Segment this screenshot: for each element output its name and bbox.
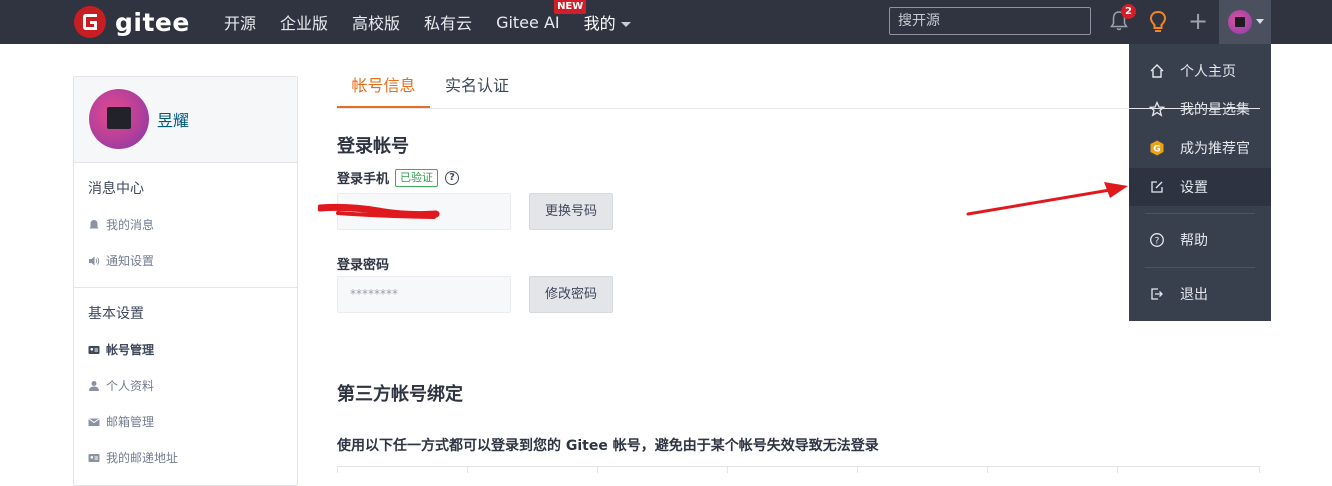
edit-icon bbox=[1151, 181, 1163, 193]
gitee-logo[interactable]: gitee bbox=[74, 6, 190, 38]
sidebar-item-label: 我的消息 bbox=[106, 218, 155, 232]
volume-icon bbox=[89, 256, 100, 265]
sidebar-item-label: 我的邮递地址 bbox=[106, 451, 179, 465]
third-party-binding-description: 使用以下任一方式都可以登录到您的 Gitee 帐号，避免由于某个帐号失效导致无法… bbox=[337, 438, 879, 454]
user-icon bbox=[89, 380, 99, 391]
chevron-down-icon bbox=[620, 22, 631, 27]
password-label: 登录密码 bbox=[337, 258, 390, 273]
main-nav: 开源 企业版 高校版 私有云 Gitee AI NEW 我的 bbox=[224, 0, 655, 44]
brand-name: gitee bbox=[115, 7, 190, 37]
sidebar-item-my-messages[interactable]: 我的消息 bbox=[88, 216, 154, 233]
nav-gitee-ai[interactable]: Gitee AI NEW bbox=[496, 0, 587, 32]
phone-label-row: 登录手机 已验证 ? bbox=[337, 168, 460, 187]
gitee-logo-icon bbox=[74, 6, 106, 38]
menu-item-label: 退出 bbox=[1180, 287, 1208, 303]
nav-open-source[interactable]: 开源 bbox=[224, 10, 256, 34]
binding-table bbox=[337, 466, 1260, 473]
tab-account-info[interactable]: 帐号信息 bbox=[337, 68, 430, 108]
third-party-binding-title: 第三方帐号绑定 bbox=[337, 384, 463, 405]
profile-card: 昱耀 bbox=[74, 77, 297, 163]
sidebar-item-email-management[interactable]: 邮箱管理 bbox=[88, 413, 154, 430]
menu-item-label: 设置 bbox=[1180, 180, 1208, 196]
sidebar-item-postal-address[interactable]: 我的邮递地址 bbox=[88, 449, 178, 466]
lightbulb-icon[interactable] bbox=[1149, 10, 1167, 34]
change-password-button[interactable]: 修改密码 bbox=[529, 276, 613, 313]
annotation-arrow bbox=[966, 182, 1128, 216]
section-title-basic-settings: 基本设置 bbox=[88, 306, 144, 322]
nav-private-cloud[interactable]: 私有云 bbox=[424, 10, 472, 34]
mail-icon bbox=[88, 417, 100, 426]
account-tabs: 帐号信息 实名认证 bbox=[337, 68, 1260, 109]
redaction-scribble bbox=[318, 203, 440, 219]
menu-item-label: 帮助 bbox=[1180, 233, 1208, 249]
nav-gitee-ai-label: Gitee AI bbox=[496, 12, 560, 32]
user-menu-trigger[interactable] bbox=[1219, 0, 1271, 44]
sidebar-item-notification-settings[interactable]: 通知设置 bbox=[88, 252, 154, 269]
plus-icon[interactable]: + bbox=[1188, 9, 1208, 33]
address-card-icon bbox=[88, 453, 100, 462]
notification-count: 2 bbox=[1121, 4, 1136, 19]
menu-divider bbox=[1145, 267, 1255, 268]
password-field: ******** bbox=[337, 276, 511, 313]
settings-sidebar: 昱耀 消息中心 我的消息 通知设置 基本设置 帐号管理 个人资料 邮箱管理 我的… bbox=[73, 76, 298, 486]
svg-text:G: G bbox=[1153, 145, 1160, 155]
help-icon[interactable]: ? bbox=[445, 170, 460, 185]
gitee-badge-icon: G bbox=[1150, 140, 1164, 156]
menu-item-logout[interactable]: 退出 bbox=[1129, 275, 1271, 313]
menu-item-label: 成为推荐官 bbox=[1180, 141, 1250, 157]
sidebar-item-profile[interactable]: 个人资料 bbox=[88, 377, 154, 394]
nav-mine-label: 我的 bbox=[583, 14, 616, 33]
sidebar-item-label: 通知设置 bbox=[106, 254, 155, 268]
nav-mine[interactable]: 我的 bbox=[584, 10, 631, 34]
change-phone-button[interactable]: 更换号码 bbox=[529, 193, 613, 230]
tab-real-name-verification[interactable]: 实名认证 bbox=[437, 68, 517, 108]
sidebar-divider bbox=[74, 287, 297, 288]
sidebar-item-account-management[interactable]: 帐号管理 bbox=[88, 341, 154, 358]
top-navbar: gitee 开源 企业版 高校版 私有云 Gitee AI NEW 我的 2 + bbox=[0, 0, 1332, 44]
password-label-row: 登录密码 bbox=[337, 254, 389, 273]
verified-badge: 已验证 bbox=[395, 168, 439, 187]
username[interactable]: 昱耀 bbox=[157, 107, 189, 131]
section-title-messages: 消息中心 bbox=[88, 181, 144, 197]
new-badge: NEW bbox=[554, 0, 587, 14]
menu-item-help[interactable]: ? 帮助 bbox=[1129, 221, 1271, 259]
sidebar-item-label: 帐号管理 bbox=[106, 343, 155, 357]
sidebar-item-label: 个人资料 bbox=[106, 379, 155, 393]
avatar[interactable] bbox=[89, 89, 149, 149]
nav-enterprise[interactable]: 企业版 bbox=[280, 10, 328, 34]
sidebar-item-label: 邮箱管理 bbox=[106, 415, 155, 429]
id-card-icon bbox=[88, 345, 100, 354]
search-input[interactable] bbox=[889, 7, 1091, 35]
logout-icon bbox=[1151, 288, 1163, 300]
chevron-down-icon bbox=[1256, 19, 1264, 24]
avatar bbox=[1228, 10, 1252, 34]
menu-item-settings[interactable]: 设置 bbox=[1129, 168, 1271, 206]
help-circle-icon: ? bbox=[1150, 233, 1164, 247]
menu-item-recommender[interactable]: G 成为推荐官 bbox=[1129, 129, 1271, 167]
phone-label: 登录手机 bbox=[337, 172, 390, 187]
menu-divider bbox=[1145, 213, 1255, 214]
login-account-title: 登录帐号 bbox=[337, 136, 409, 157]
bell-icon bbox=[89, 219, 99, 229]
svg-text:?: ? bbox=[1155, 236, 1160, 246]
nav-education[interactable]: 高校版 bbox=[352, 10, 400, 34]
